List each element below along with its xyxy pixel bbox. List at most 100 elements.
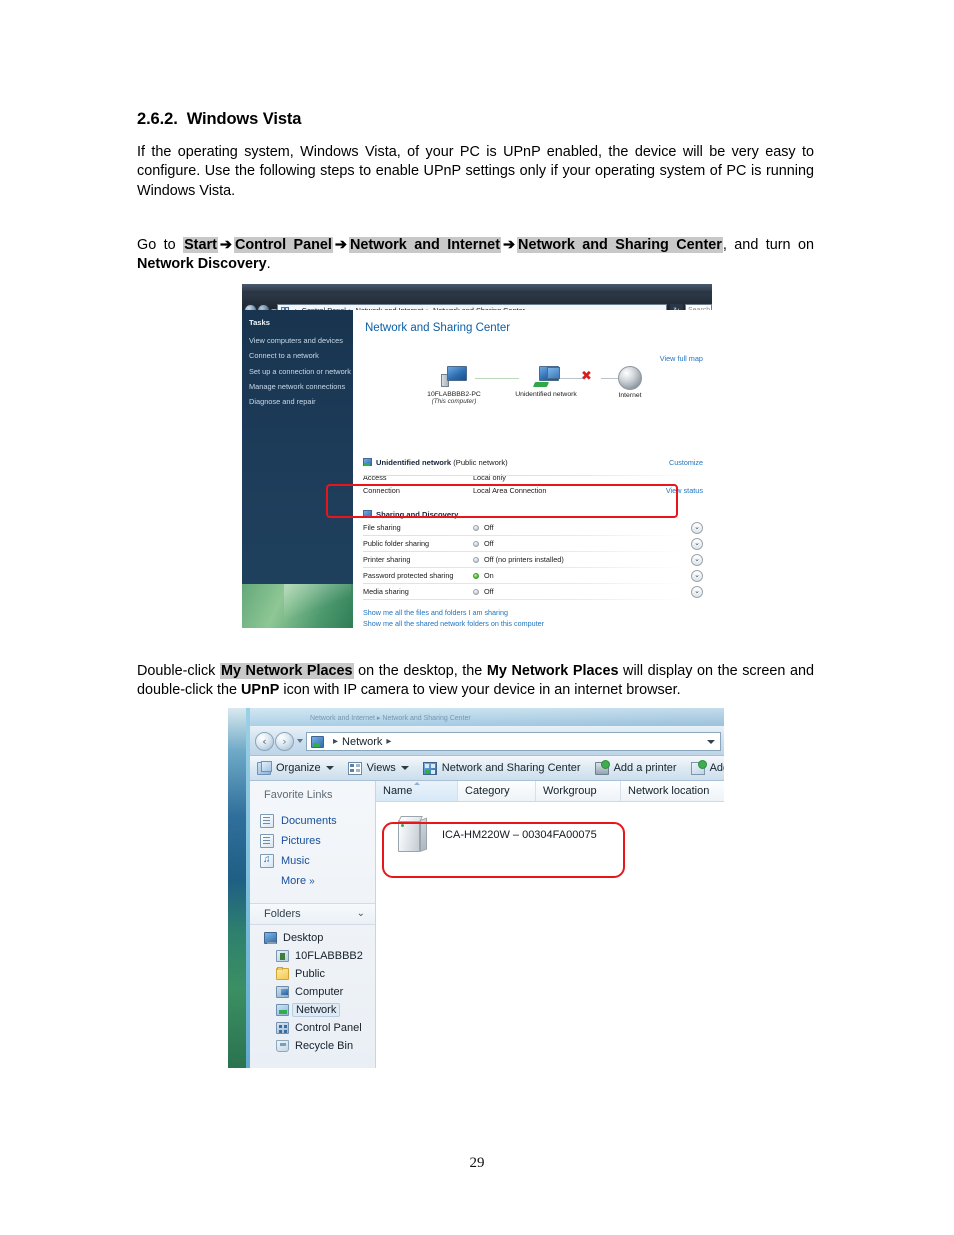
column-header-network-location[interactable]: Network location [621, 781, 724, 801]
map-node-this-computer[interactable]: 10FLABBBB2-PC (This computer) [409, 366, 499, 405]
breadcrumb-separator-leading: ▸ [333, 736, 339, 747]
tree-item-desktop[interactable]: Desktop [260, 929, 375, 947]
task-connect-to-a-network[interactable]: Connect to a network [249, 348, 353, 363]
column-header-workgroup[interactable]: Workgroup [536, 781, 621, 801]
tasks-heading: Tasks [249, 318, 270, 327]
arrow-icon-3: ➔ [502, 237, 516, 253]
navigation-steps-paragraph: Go to Start ➔ Control Panel ➔ Network and In… [137, 236, 814, 275]
toolbar-add-a-printer-button[interactable]: Add a printer [588, 756, 684, 780]
sidebar-decorative-image [242, 584, 353, 628]
figure-network-explorer: Network and Internet ▸ Network and Shari… [228, 708, 724, 1068]
toolbar-add-device-button[interactable]: Add [684, 756, 724, 780]
column-name-label: Name [383, 785, 413, 797]
user-folder-icon [276, 950, 289, 962]
task-diagnose-and-repair[interactable]: Diagnose and repair [249, 394, 353, 409]
map-node-internet[interactable]: Internet [585, 366, 675, 399]
network-label: Network [292, 1003, 341, 1017]
tree-item-recycle-bin[interactable]: Recycle Bin [260, 1037, 375, 1055]
views-icon [347, 761, 362, 775]
tree-item-control-panel[interactable]: Control Panel [260, 1019, 375, 1037]
public-folder-sharing-status-indicator [473, 541, 479, 547]
fig1-address-bar: ▸ Control Panel ▸ Network and Internet ▸… [242, 293, 712, 317]
tree-item-network[interactable]: Network [260, 1001, 375, 1019]
tree-item-computer[interactable]: Computer [260, 983, 375, 1001]
task-manage-network-connections[interactable]: Manage network connections [249, 379, 353, 394]
intro-paragraph: If the operating system, Windows Vista, … [137, 144, 814, 199]
favorite-links-list: Documents Pictures Music More» [260, 811, 375, 891]
sharing-row-media-sharing: Media sharing Off ⌄ [363, 586, 703, 600]
back-button[interactable]: ‹ [255, 732, 274, 751]
printer-sharing-label: Printer sharing [363, 555, 411, 564]
heading-text: Windows Vista [186, 110, 302, 128]
task-view-computers-and-devices[interactable]: View computers and devices [249, 333, 353, 348]
toolbar-organize-button[interactable]: Organize [250, 756, 341, 780]
organize-icon [257, 760, 272, 775]
tasks-list: View computers and devices Connect to a … [249, 333, 353, 409]
tasks-sidebar: Tasks View computers and devices Connect… [242, 310, 353, 628]
goto-prefix: Go to [137, 237, 184, 253]
task-set-up-a-connection-or-network[interactable]: Set up a connection or network [249, 364, 353, 379]
documents-label: Documents [281, 815, 337, 827]
address-breadcrumb-bar[interactable]: ▸ Network ▸ [306, 732, 721, 751]
toolbar-network-and-sharing-center-button[interactable]: Network and Sharing Center [416, 756, 588, 780]
media-sharing-expand-chevron-icon[interactable]: ⌄ [691, 586, 703, 598]
file-sharing-status-indicator [473, 525, 479, 531]
favorite-links-heading: Favorite Links [264, 789, 333, 801]
views-chevron-down-icon[interactable] [400, 766, 409, 770]
printer-sharing-expand-chevron-icon[interactable]: ⌄ [691, 554, 703, 566]
view-full-map-link[interactable]: View full map [660, 354, 703, 363]
address-dropdown-chevron-icon[interactable] [707, 740, 715, 744]
network-icon [311, 735, 324, 748]
password-protected-sharing-state: On [484, 571, 494, 580]
folders-label: Folders [264, 908, 301, 920]
favorite-links-more-button[interactable]: More» [260, 871, 375, 891]
column-header-category[interactable]: Category [458, 781, 536, 801]
file-sharing-expand-chevron-icon[interactable]: ⌄ [691, 522, 703, 534]
tree-item-user-folder[interactable]: 10FLABBBB2 [260, 947, 375, 965]
step-control-panel: Control Panel [233, 237, 333, 253]
password-protected-sharing-expand-chevron-icon[interactable]: ⌄ [691, 570, 703, 582]
goto-suffix: , and turn on [722, 237, 814, 253]
map-node-unidentified-network[interactable]: Unidentified network [501, 366, 591, 398]
map-node-pc-label: 10FLABBBB2-PC [427, 391, 481, 398]
favorite-link-documents[interactable]: Documents [260, 811, 375, 831]
my-network-places-highlight: My Network Places [219, 663, 354, 679]
column-workgroup-label: Workgroup [543, 785, 597, 797]
public-folder-sharing-state: Off [484, 539, 494, 548]
breadcrumb-network[interactable]: Network [342, 736, 382, 748]
control-panel-icon [276, 1022, 289, 1034]
arrow-icon-2: ➔ [334, 237, 347, 253]
media-sharing-state: Off [484, 587, 494, 596]
folders-section-header[interactable]: Folders ⌄ [250, 903, 375, 925]
dbl-mid1: on the desktop, the [353, 663, 487, 679]
desktop-wallpaper-strip [228, 708, 246, 1068]
public-folder-sharing-label: Public folder sharing [363, 539, 430, 548]
control-panel-label: Control Panel [295, 1022, 362, 1034]
unidentified-network-title: Unidentified network [376, 458, 452, 467]
list-column-header: Name Category Workgroup Network location [376, 781, 724, 802]
printer-sharing-status-indicator [473, 557, 479, 563]
forward-button[interactable]: › [275, 732, 294, 751]
annotation-highlight-upnp-device [382, 822, 625, 878]
tree-item-public[interactable]: Public [260, 965, 375, 983]
folders-chevron-icon: ⌄ [356, 908, 365, 919]
favorite-link-pictures[interactable]: Pictures [260, 831, 375, 851]
favorite-link-music[interactable]: Music [260, 851, 375, 871]
map-node-pc-sublabel: (This computer) [431, 398, 477, 405]
customize-link[interactable]: Customize [669, 458, 703, 467]
organize-chevron-down-icon[interactable] [325, 766, 334, 770]
file-sharing-label: File sharing [363, 523, 401, 532]
recent-pages-chevron-icon[interactable] [297, 739, 303, 743]
public-folder-sharing-expand-chevron-icon[interactable]: ⌄ [691, 538, 703, 550]
column-header-name[interactable]: Name [376, 781, 458, 801]
page-title: 2.6.2. Windows Vista [137, 110, 301, 129]
fig2-address-bar: ‹ › ▸ Network ▸ [250, 726, 724, 756]
toolbar-views-button[interactable]: Views [341, 756, 416, 780]
show-shared-network-folders-link[interactable]: Show me all the shared network folders o… [363, 619, 544, 628]
public-label: Public [295, 968, 325, 980]
network-icon [276, 1004, 289, 1016]
more-label: More [281, 875, 307, 887]
show-files-and-folders-sharing-link[interactable]: Show me all the files and folders I am s… [363, 608, 508, 617]
heading-number: 2.6.2. [137, 110, 178, 128]
globe-icon [618, 366, 642, 390]
